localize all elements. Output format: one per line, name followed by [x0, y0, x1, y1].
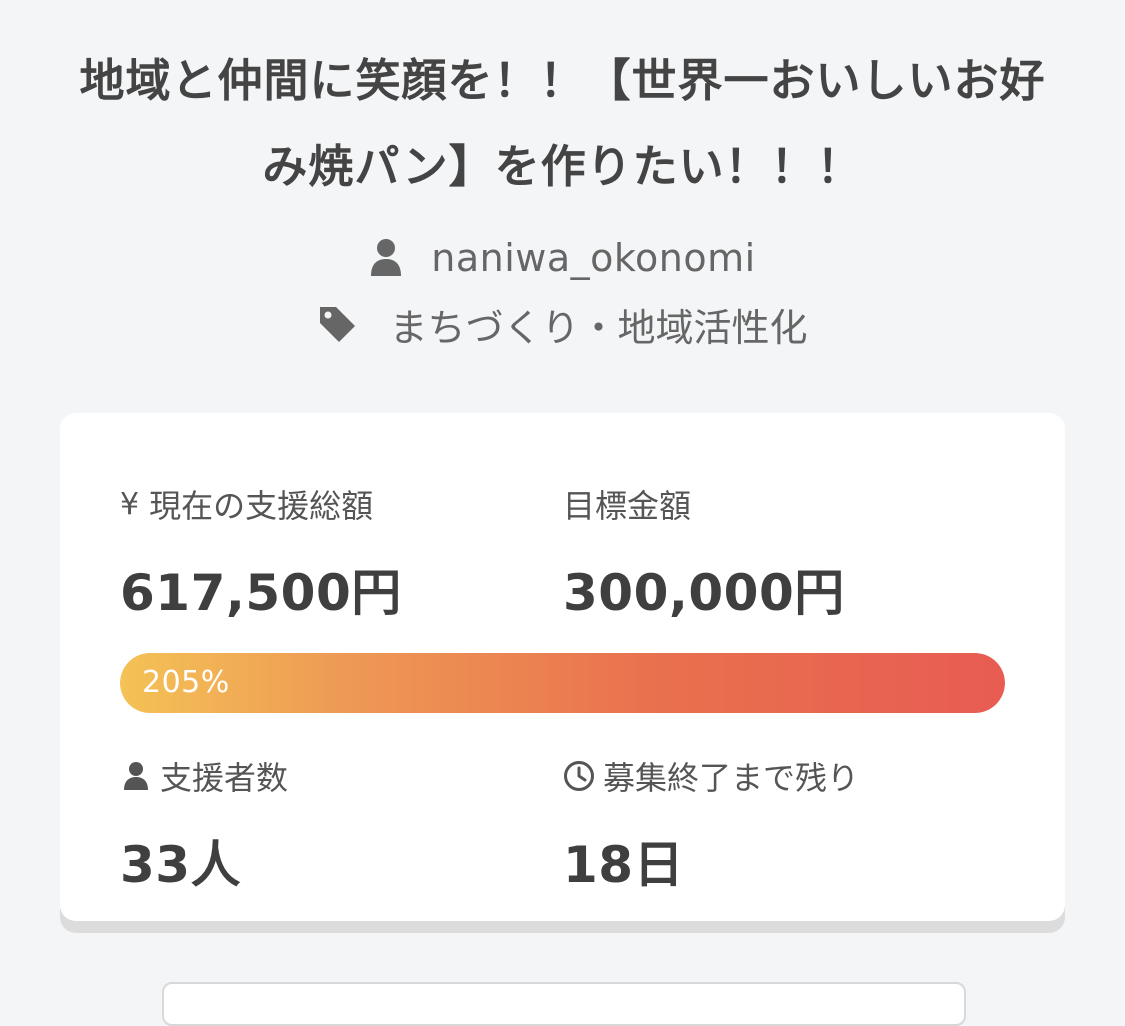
remaining-time-label: 募集終了まで残り [563, 753, 859, 799]
project-owner[interactable]: naniwa_okonomi [0, 232, 1125, 284]
current-total-label: ¥ 現在の支援総額 [120, 481, 373, 527]
current-total-value: 617,500円 [120, 564, 402, 622]
funding-stats-card: ¥ 現在の支援総額 617,500円 目標金額 300,000円 205% 支援… [60, 413, 1065, 921]
supporters-label-text: 支援者数 [160, 759, 289, 797]
goal-amount-value: 300,000円 [563, 564, 845, 622]
goal-amount-label: 目標金額 [563, 481, 691, 527]
progress-fill [120, 653, 1005, 713]
project-category[interactable]: まちづくり・地域活性化 [0, 298, 1125, 350]
clock-icon [563, 760, 595, 792]
tag-icon [317, 304, 357, 344]
user-icon [369, 238, 403, 278]
goal-amount-label-text: 目標金額 [563, 487, 692, 525]
yen-icon: ¥ [120, 486, 140, 522]
remaining-time-label-text: 募集終了まで残り [603, 759, 860, 797]
remaining-days: 18日 [563, 836, 685, 894]
current-total-label-text: 現在の支援総額 [149, 487, 374, 525]
supporters-count: 33人 [120, 836, 242, 894]
supporters-label: 支援者数 [120, 753, 288, 799]
project-title: 地域と仲間に笑顔を！！【世界一おいしいお好み焼パン】を作りたい！！！ [79, 54, 1046, 193]
owner-name[interactable]: naniwa_okonomi [431, 236, 755, 280]
category-name[interactable]: まちづくり・地域活性化 [389, 297, 807, 352]
user-icon [120, 760, 152, 792]
progress-percent: 205% [142, 665, 230, 700]
funding-progress-bar: 205% [120, 653, 1005, 713]
